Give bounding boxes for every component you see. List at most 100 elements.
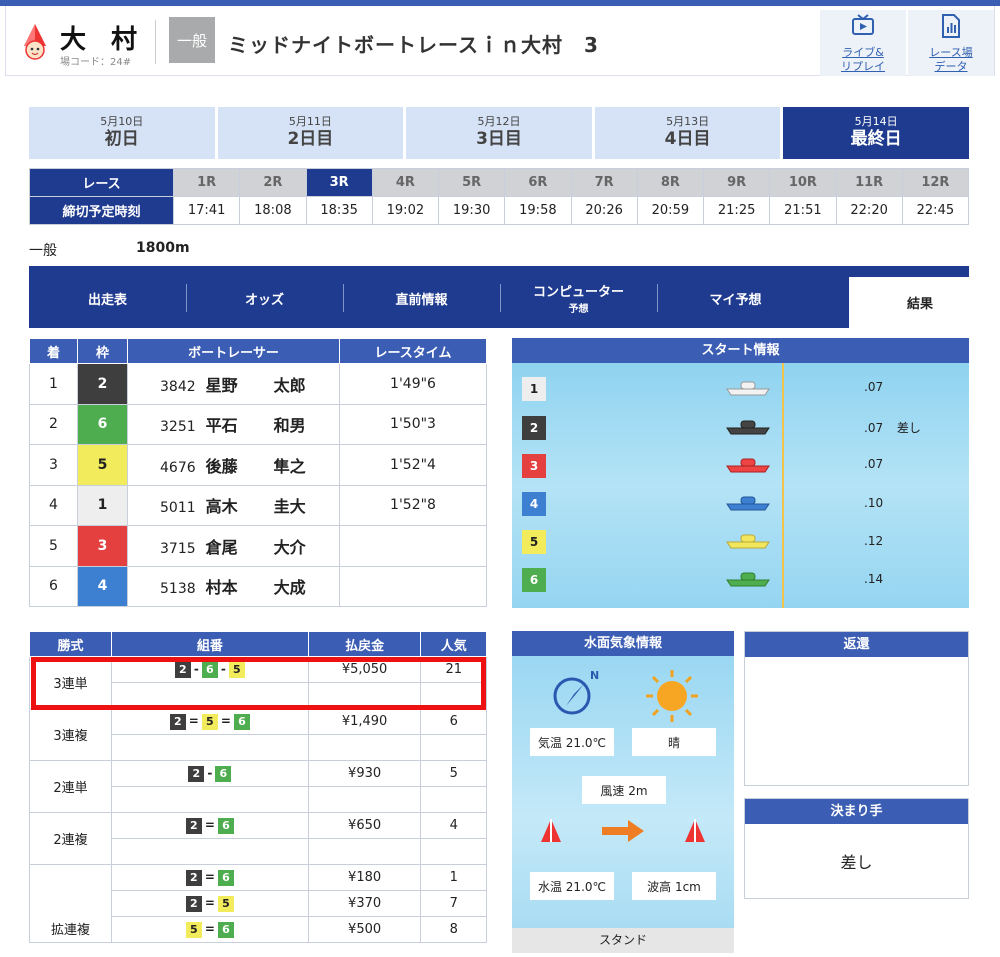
payout-row: 3連単 2-6-5 ¥5,050 21 — [29, 656, 487, 709]
column-header: ボートレーサー — [127, 338, 340, 364]
race-tab-11r[interactable]: 11R — [835, 168, 903, 197]
payout-table: 勝式 組番 払戻金 人気 3連単 2-6-5 ¥5,050 21 3連複 2 = 5… — [29, 631, 487, 943]
race-tab-2r[interactable]: 2R — [239, 168, 307, 197]
water-temperature: 水温 21.0℃ — [530, 872, 614, 900]
column-header: レースタイム — [339, 338, 487, 364]
tab-my-prediction[interactable]: マイ予想 — [657, 282, 814, 314]
deadline-time: 19:02 — [371, 196, 440, 225]
race-row-header: レース — [29, 168, 174, 197]
deadline-time: 20:59 — [636, 196, 705, 225]
racer-cell[interactable]: 4676 後藤 隼之 — [127, 444, 340, 486]
live-replay-button[interactable]: ライブ& リプレイ — [820, 10, 906, 76]
venue-logo-icon — [24, 24, 46, 60]
day-tab-1[interactable]: 5月10日 初日 — [29, 107, 215, 159]
tab-results[interactable]: 結果 — [849, 277, 991, 328]
grade-badge: 一般 — [169, 17, 215, 63]
day-tab-3[interactable]: 5月12日 3日目 — [406, 107, 592, 159]
boat-icon — [726, 381, 770, 396]
boat-icon — [726, 496, 770, 511]
combination: 2-6 — [111, 760, 309, 787]
boat-icon — [726, 572, 770, 587]
day-tab-5-selected[interactable]: 5月14日 最終日 — [783, 107, 969, 159]
venue-code: 場コード：24# — [60, 57, 132, 68]
chart-document-icon — [942, 14, 960, 38]
kimarite-panel: 決まり手 差し — [744, 798, 969, 899]
payout-row: 2連複 2 = 6 ¥650 4 — [29, 812, 487, 865]
deadline-time: 18:35 — [305, 196, 373, 225]
column-header: 払戻金 — [307, 631, 422, 657]
column-header: 枠 — [77, 338, 128, 364]
combination: 5 = 6 — [111, 916, 309, 943]
wind-direction-compass-icon: N — [553, 669, 599, 715]
racer-cell[interactable]: 3715 倉尾 大介 — [127, 525, 340, 567]
buoy-icon — [685, 819, 705, 842]
venue-data-button[interactable]: レース場 データ — [908, 10, 994, 76]
deadline-time: 22:20 — [835, 196, 903, 225]
race-tab-3r[interactable]: 3R — [305, 168, 373, 197]
race-class: 一般 — [29, 243, 57, 259]
racer-cell[interactable]: 5011 高木 圭大 — [127, 484, 340, 526]
payout-row: 3連複 2 = 5 = 6 ¥1,490 6 — [29, 708, 487, 761]
racer-cell[interactable]: 3842 星野 太郎 — [127, 363, 340, 405]
boat-number-badge: 5 — [77, 444, 128, 486]
tab-pre-race-info[interactable]: 直前情報 — [343, 282, 500, 314]
race-tab-10r[interactable]: 10R — [769, 168, 837, 197]
start-timing: .14 — [864, 572, 884, 586]
deadline-time: 19:58 — [504, 196, 572, 225]
payout-row: 拡連複 2 = 6 ¥180 1 — [29, 864, 487, 943]
boat-icon — [726, 534, 770, 549]
deadline-time: 21:51 — [769, 196, 837, 225]
boat-number-badge: 2 — [77, 363, 128, 405]
day-tab-4[interactable]: 5月13日 4日目 — [594, 107, 781, 159]
race-title: ミッドナイトボートレースｉｎ大村 3 — [228, 33, 599, 57]
deadline-time: 17:41 — [172, 196, 241, 225]
air-temperature: 気温 21.0℃ — [530, 728, 614, 756]
wave-height: 波高 1cm — [632, 872, 716, 900]
race-tab-5r[interactable]: 5R — [437, 168, 506, 197]
weather-condition: 晴 — [632, 728, 716, 756]
race-tab-8r[interactable]: 8R — [636, 168, 705, 197]
racer-cell[interactable]: 5138 村本 大成 — [127, 565, 340, 607]
table-row: 2 6 3251 平石 和男 1'50"3 — [29, 403, 487, 445]
race-tab-1r[interactable]: 1R — [172, 168, 241, 197]
content-tabs: 出走表 オッズ 直前情報 コンピューター 予想 マイ予想 結果 — [29, 266, 991, 328]
column-header: 着 — [29, 338, 78, 364]
payout-row: 2連単 2-6 ¥930 5 — [29, 760, 487, 813]
race-tab-4r[interactable]: 4R — [371, 168, 440, 197]
start-timing: .10 — [864, 496, 884, 510]
video-play-icon — [852, 14, 874, 35]
start-timing: .07 差し — [864, 421, 921, 435]
start-line — [782, 363, 784, 608]
boat-number-badge: 6 — [77, 403, 128, 445]
boat-number-badge: 4 — [77, 565, 128, 607]
race-tab-6r[interactable]: 6R — [504, 168, 572, 197]
sunny-icon — [646, 670, 698, 722]
start-timing: .12 — [864, 534, 884, 548]
weather-body: N 気温 21.0℃ 晴 風速 2m 水温 21.0℃ 波高 1cm — [512, 656, 734, 928]
boat-number-badge: 1 — [77, 484, 128, 526]
day-tab-2[interactable]: 5月11日 2日目 — [217, 107, 404, 159]
tab-odds[interactable]: オッズ — [186, 282, 343, 314]
race-tab-9r[interactable]: 9R — [702, 168, 771, 197]
venue-name: 大 村 — [60, 25, 146, 55]
race-tab-7r[interactable]: 7R — [570, 168, 638, 197]
svg-text:N: N — [590, 669, 599, 682]
buoy-icon — [541, 819, 561, 842]
stand-label: スタンド — [512, 928, 734, 953]
lane-badge: 1 — [522, 377, 546, 401]
start-timing: .07 — [864, 380, 884, 394]
deadline-time: 18:08 — [239, 196, 307, 225]
lane-badge: 3 — [522, 454, 546, 478]
tab-computer-prediction[interactable]: コンピューター 予想 — [500, 282, 657, 315]
column-header: 人気 — [420, 631, 487, 657]
race-tab-12r[interactable]: 12R — [901, 168, 970, 197]
lane-badge: 4 — [522, 492, 546, 516]
start-water-area: 1 .07 2 .07 差し 3 .07 4 .10 5 .12 6 .14 — [512, 363, 969, 608]
combination: 2 = 5 — [111, 890, 309, 917]
refund-title: 返還 — [745, 632, 968, 657]
deadline-time: 20:26 — [570, 196, 638, 225]
tab-entry-list[interactable]: 出走表 — [29, 282, 186, 314]
combination: 2 = 6 — [111, 864, 309, 891]
start-timing: .07 — [864, 457, 884, 471]
racer-cell[interactable]: 3251 平石 和男 — [127, 403, 340, 445]
